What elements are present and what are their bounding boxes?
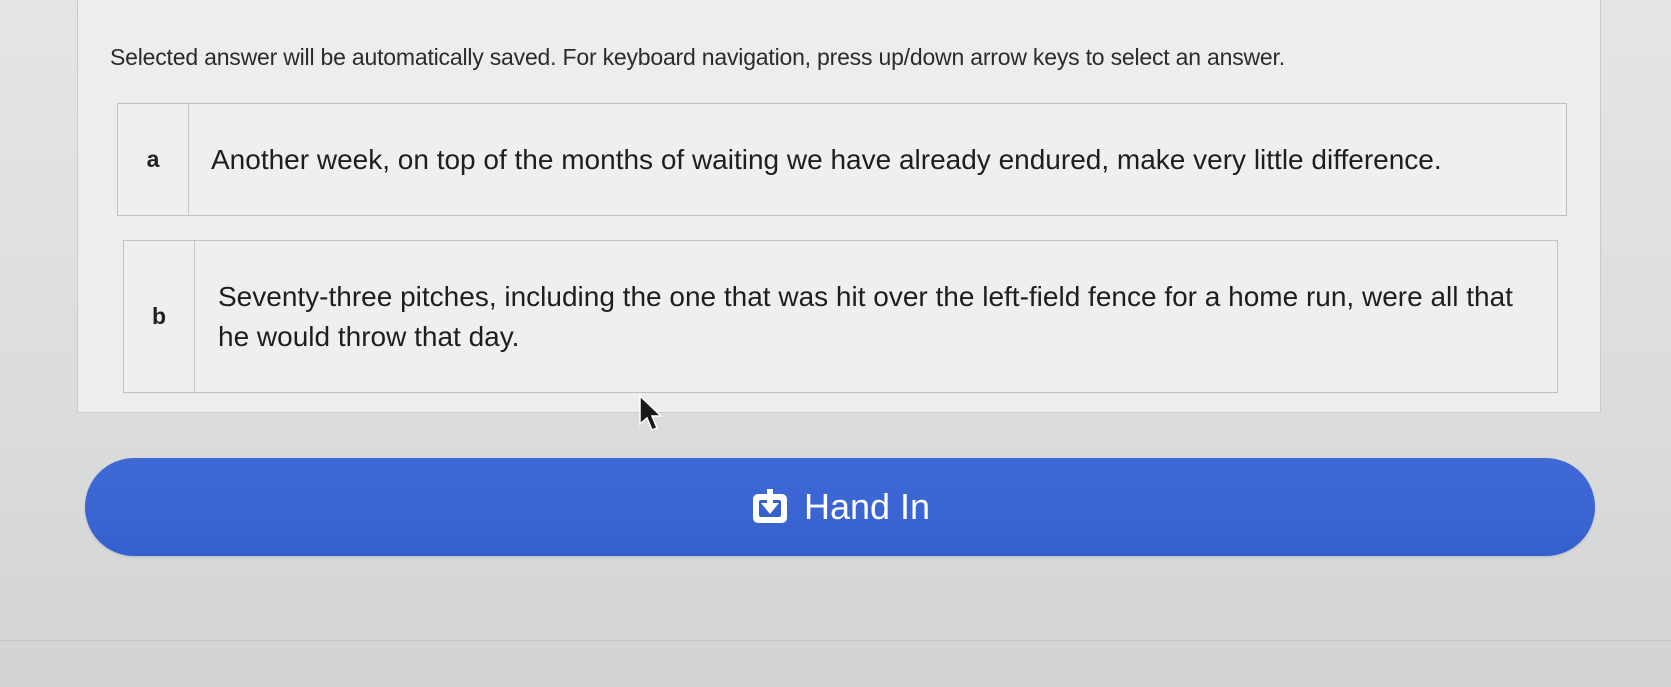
mouse-pointer-icon <box>638 394 664 434</box>
instructions-text: Selected answer will be automatically sa… <box>110 44 1285 70</box>
hand-in-icon <box>750 487 790 527</box>
answer-text: Another week, on top of the months of wa… <box>211 143 1442 175</box>
hand-in-button[interactable]: Hand In <box>85 458 1595 556</box>
divider <box>0 640 1671 641</box>
answer-option-a[interactable]: a Another week, on top of the months of … <box>117 103 1567 216</box>
hand-in-label: Hand In <box>803 486 931 527</box>
answer-letter: b <box>124 241 195 392</box>
answer-letter: a <box>118 104 189 215</box>
answer-option-b[interactable]: b Seventy-three pitches, including the o… <box>123 240 1558 393</box>
answer-text: Seventy-three pitches, including the one… <box>218 280 1513 352</box>
